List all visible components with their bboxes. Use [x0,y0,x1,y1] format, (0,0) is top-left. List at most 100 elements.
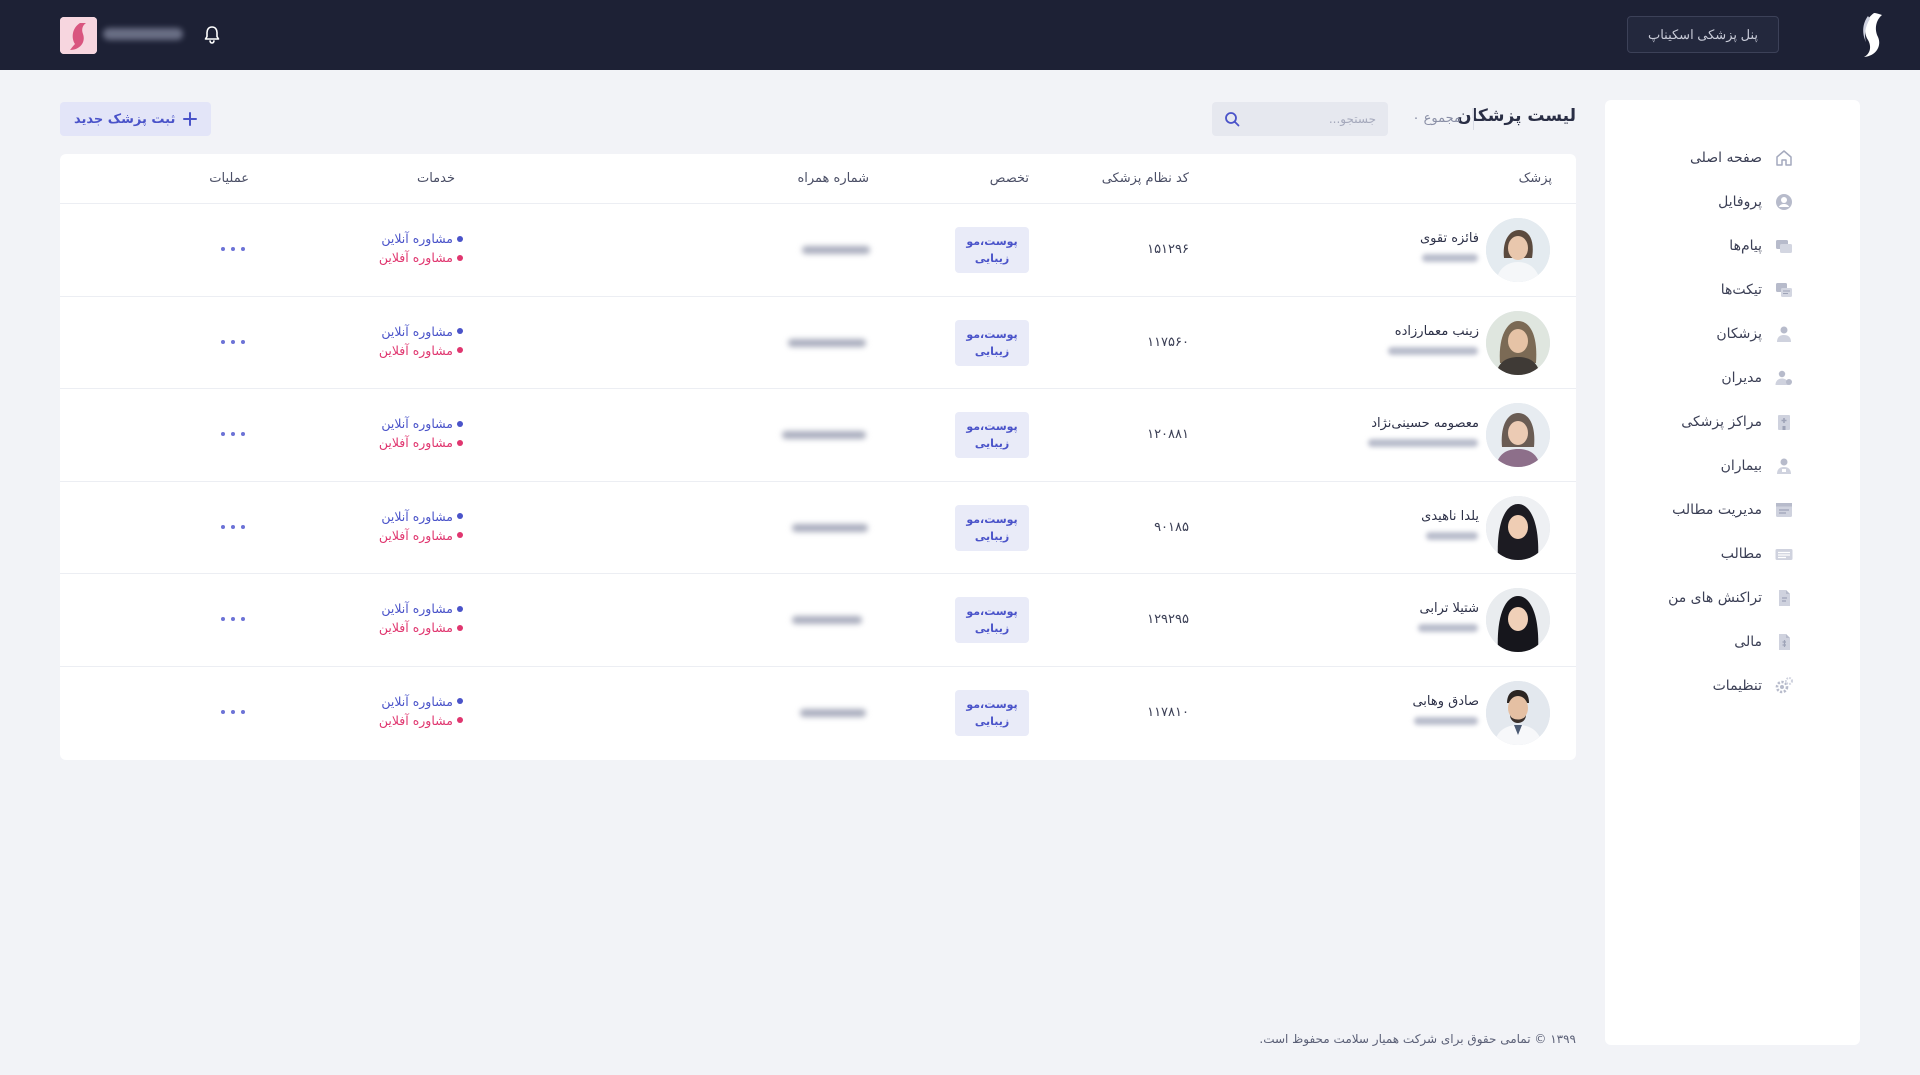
sidebar-item-patients[interactable]: بیماران [1605,444,1860,488]
service-offline: مشاوره آفلاین [379,343,463,358]
sidebar-item-doctors[interactable]: پزشکان [1605,312,1860,356]
service-label: مشاوره آفلاین [378,620,453,635]
user-avatar[interactable] [60,17,97,54]
sidebar-item-settings[interactable]: تنظیمات [1605,664,1860,708]
medical-code: ۱۱۷۵۶۰ [1147,334,1189,350]
table-row[interactable]: صادق وهابی ۱۱۷۸۱۰ پوست،مو زیبایی مشاوره آ… [60,667,1576,760]
search-input[interactable] [1246,102,1376,136]
doctor-name[interactable]: زینب معمارزاده [1395,324,1479,339]
online-dot-icon [457,420,463,427]
more-options-icon[interactable] [221,703,245,721]
sidebar-item-medical-centers[interactable]: مراکز پزشکی [1605,400,1860,444]
table-row[interactable]: شتیلا ترابی ۱۲۹۲۹۵ پوست،مو زیبایی مشاوره … [60,574,1576,667]
sidebar-item-label: صفحه اصلی [1689,150,1762,166]
column-operations: عملیات [209,171,249,186]
doctor-name[interactable]: فائزه تقوی [1420,231,1479,246]
online-dot-icon [457,605,463,612]
medical-code: ۱۵۱۲۹۶ [1147,242,1189,257]
top-bar: پنل پزشکی اسکیناپ [0,0,1920,70]
service-label: مشاوره آفلاین [378,527,453,543]
table-row[interactable]: یلدا ناهیدی ۹۰۱۸۵ پوست،مو زیبایی مشاوره آ… [60,482,1576,574]
specialty-line: زیبایی [974,529,1010,543]
doctor-avatar[interactable] [1486,588,1550,652]
mobile-number [802,246,870,254]
profile-icon [1776,194,1792,210]
specialty-badge: پوست،مو زیبایی [955,412,1029,458]
more-options-icon[interactable] [221,240,245,258]
doctor-username [1414,716,1478,725]
sidebar-item-finance[interactable]: مالی [1605,620,1860,664]
table-row[interactable]: معصومه حسینی‌نژاد ۱۲۰۸۸۱ پوست،مو زیبایی م… [60,389,1576,482]
user-name[interactable] [103,28,183,40]
sidebar-item-articles[interactable]: مطالب [1605,532,1860,576]
online-dot-icon [457,698,463,704]
doctor-avatar[interactable] [1486,680,1550,745]
transactions-icon [1779,590,1790,606]
articles-icon [1775,549,1793,560]
doctor-photo-icon [1486,403,1550,467]
specialty-line: پوست،مو [966,697,1018,711]
sidebar-item-home[interactable]: صفحه اصلی [1605,136,1860,180]
column-code[interactable]: کد نظام پزشکی [1102,171,1189,186]
sidebar-item-label: پزشکان [1716,326,1762,342]
footer-copyright: ۱۳۹۹ © تمامی حقوق برای شرکت همیار سلامت … [1259,1032,1576,1046]
table-row[interactable]: زینب معمارزاده ۱۱۷۵۶۰ پوست،مو زیبایی مشاو… [60,297,1576,389]
bell-icon[interactable] [202,25,222,45]
specialty-line: زیبایی [974,344,1010,358]
specialty-line: پوست،مو [966,605,1018,618]
medical-code: ۹۰۱۸۵ [1154,519,1189,535]
offline-dot-icon [457,717,463,723]
service-label: مشاوره آنلاین [381,231,453,246]
service-label: مشاوره آنلاین [381,416,453,431]
column-specialty[interactable]: تخصص [990,171,1029,186]
more-options-icon[interactable] [221,333,245,351]
doctor-name[interactable]: معصومه حسینی‌نژاد [1371,416,1479,431]
specialty-line: پوست،مو [966,327,1018,341]
sidebar-item-content-management[interactable]: مدیریت مطالب [1605,488,1860,532]
mobile-number [788,338,866,347]
specialty-badge: پوست،مو زیبایی [955,504,1029,551]
more-options-icon[interactable] [221,518,245,536]
online-dot-icon [457,328,463,334]
online-dot-icon [457,235,463,242]
page-title: لیست پزشکان [1457,106,1576,126]
specialty-line: پوست،مو [966,235,1018,248]
doctor-avatar[interactable] [1486,403,1550,467]
doctor-avatar[interactable] [1486,495,1550,560]
more-options-icon[interactable] [221,425,245,443]
doctor-name[interactable]: صادق وهابی [1412,694,1479,709]
table-row[interactable]: فائزه تقوی ۱۵۱۲۹۶ پوست،مو زیبایی مشاوره آ… [60,204,1576,297]
header-divider [1473,108,1474,130]
sidebar-item-tickets[interactable]: تیکت‌ها [1605,268,1860,312]
add-doctor-button[interactable]: ثبت پزشک جدید [60,102,212,136]
brand-logo-icon[interactable] [1854,10,1890,60]
doctor-username [1418,624,1478,632]
settings-icon [1775,677,1793,694]
column-mobile[interactable]: شماره همراه [797,171,869,186]
column-services[interactable]: خدمات [417,171,455,186]
sidebar-item-label: پیام‌ها [1729,238,1762,254]
sidebar-item-managers[interactable]: مدیران [1605,356,1860,400]
doctor-icon [1777,326,1791,342]
doctor-name[interactable]: شتیلا ترابی [1420,601,1479,616]
specialty-line: زیبایی [974,252,1010,265]
panel-button[interactable]: پنل پزشکی اسکیناپ [1626,16,1779,53]
more-options-icon[interactable] [221,610,245,628]
doctor-avatar[interactable] [1486,310,1550,375]
sidebar: صفحه اصلی پروفایل پیام‌ها تیکت‌ها پزشکان… [1605,100,1860,1045]
sidebar-item-messages[interactable]: پیام‌ها [1605,224,1860,268]
service-label: مشاوره آنلاین [381,601,453,616]
sidebar-item-profile[interactable]: پروفایل [1605,180,1860,224]
column-doctor[interactable]: پزشک [1519,171,1552,186]
search-icon[interactable] [1224,111,1240,127]
service-online: مشاوره آنلاین [381,416,463,431]
specialty-line: زیبایی [974,437,1010,450]
doctor-avatar[interactable] [1486,218,1550,282]
sidebar-item-label: تراکنش های من [1668,590,1762,606]
specialty-badge: پوست،مو زیبایی [955,319,1029,366]
doctor-name[interactable]: یلدا ناهیدی [1421,509,1479,524]
service-label: مشاوره آنلاین [381,508,453,524]
sidebar-item-transactions[interactable]: تراکنش های من [1605,576,1860,620]
plus-icon [183,112,198,126]
service-offline: مشاوره آفلاین [379,620,463,635]
